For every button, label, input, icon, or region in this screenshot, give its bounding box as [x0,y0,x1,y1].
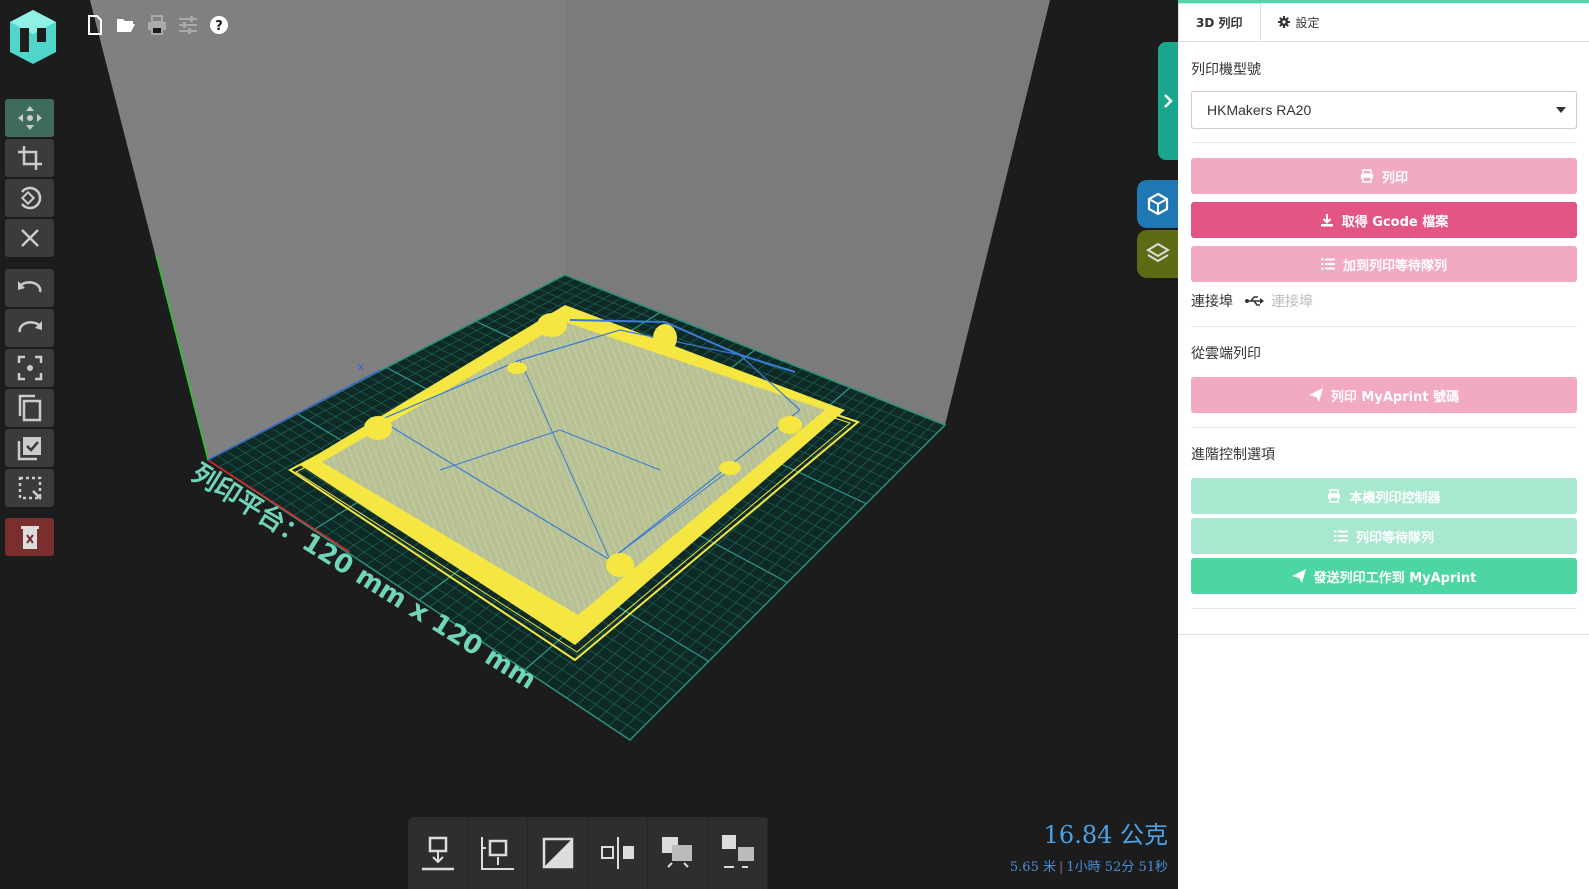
list-icon [1320,258,1335,270]
paper-plane-icon [1308,388,1323,402]
select-all-icon[interactable] [5,429,54,467]
printer-model-select[interactable]: HKMakers RA20 [1191,91,1577,129]
download-icon [1320,214,1333,227]
print-button-label: 列印 [1381,170,1408,186]
svg-text:?: ? [215,19,223,34]
top-file-toolbar: ? [84,14,230,36]
stats-separator: | [1058,860,1064,875]
layers-tab[interactable] [1137,230,1178,278]
print-icon [1360,169,1373,183]
transform-toolbar [5,99,54,259]
local-controller-label: 本機列印控制器 [1349,490,1441,506]
drop-to-bed-icon[interactable] [468,817,528,889]
get-gcode-label: 取得 Gcode 檔案 [1341,214,1449,230]
cube-view-icon [1147,192,1168,216]
app-logo[interactable] [4,8,62,66]
deselect-icon[interactable] [5,469,54,507]
advanced-options-label: 進階控制選項 [1191,447,1275,463]
paper-plane-icon [1291,569,1306,583]
print-button[interactable]: 列印 [1191,158,1577,194]
tab-settings[interactable]: 設定 [1261,3,1337,41]
print-time: 1小時 52分 51秒 [1066,860,1168,875]
panel-collapse-tab[interactable] [1158,42,1178,160]
settings-sliders-icon[interactable] [177,14,199,36]
open-folder-icon[interactable] [115,14,137,36]
mirror-icon[interactable] [528,817,588,889]
print-icon [1328,489,1341,503]
filament-length: 5.65 米 [1009,860,1056,875]
get-gcode-button[interactable]: 取得 Gcode 檔案 [1191,202,1577,238]
help-icon[interactable]: ? [208,14,230,36]
tab-3d-print[interactable]: 3D 列印 [1178,3,1261,41]
send-to-myaprint-button[interactable]: 發送列印工作到 MyAprint [1191,558,1577,594]
split-icon[interactable] [708,817,768,889]
delete-icon[interactable] [5,518,54,556]
chevron-right-icon [1164,94,1173,108]
printer-model-label: 列印機型號 [1191,62,1261,78]
divider [1191,608,1577,609]
move-icon[interactable] [5,99,54,137]
print-queue-label: 列印等待隊列 [1355,530,1434,546]
undo-icon[interactable] [5,269,54,307]
filament-weight: 16.84 公克 [1043,821,1168,849]
add-to-queue-label: 加到列印等待隊列 [1342,258,1447,274]
list-icon [1333,530,1348,542]
tab-3d-print-label: 3D 列印 [1196,15,1243,30]
layers-icon [1145,242,1170,263]
usb-icon [1245,296,1264,306]
edit-toolbar [5,269,54,509]
connection-port-row: 連接埠 連接埠 [1191,291,1577,311]
close-icon[interactable] [5,219,54,257]
print-icon[interactable] [146,14,168,36]
redo-icon[interactable] [5,309,54,347]
3d-viewport[interactable]: x 列印平台：120 mm x 120 mm ? 16.84 公克 5.65 米… [0,0,1178,889]
print-stats: 16.84 公克 5.65 米 | 1小時 52分 51秒 [1010,815,1168,875]
axis-x-label: x [358,361,364,373]
rotate-icon[interactable] [5,179,54,217]
port-label: 連接埠 [1191,294,1233,310]
tab-settings-label: 設定 [1295,15,1320,30]
local-controller-button[interactable]: 本機列印控制器 [1191,478,1577,514]
duplicate-icon[interactable] [5,389,54,427]
print-panel: 3D 列印 設定 列印機型號 HKMakers RA20 列印 取得 Gcode… [1178,0,1589,889]
cloud-print-label: 從雲端列印 [1191,346,1261,362]
scale-icon[interactable] [5,139,54,177]
add-to-queue-button[interactable]: 加到列印等待隊列 [1191,246,1577,282]
merge-icon[interactable] [648,817,708,889]
center-icon[interactable] [5,349,54,387]
gear-icon [1277,16,1290,28]
bottom-tools-bar [408,817,768,889]
caret-down-icon [1556,107,1566,113]
lay-flat-icon[interactable] [408,817,468,889]
port-value[interactable]: 連接埠 [1271,291,1313,311]
align-icon[interactable] [588,817,648,889]
print-myaprint-code-button[interactable]: 列印 MyAprint 號碼 [1191,377,1577,413]
print-myaprint-code-label: 列印 MyAprint 號碼 [1330,389,1460,405]
scene-canvas[interactable]: x 列印平台：120 mm x 120 mm [0,0,1178,889]
new-file-icon[interactable] [84,14,106,36]
printer-model-value: HKMakers RA20 [1207,102,1312,118]
print-queue-button[interactable]: 列印等待隊列 [1191,518,1577,554]
view-3d-tab[interactable] [1137,180,1178,228]
delete-toolbar [5,518,54,558]
filament-length-time: 5.65 米 | 1小時 52分 51秒 [1010,856,1168,875]
panel-tabs: 3D 列印 設定 [1178,3,1589,42]
send-to-myaprint-label: 發送列印工作到 MyAprint [1313,570,1477,586]
panel-bottom-divider [1178,634,1589,635]
